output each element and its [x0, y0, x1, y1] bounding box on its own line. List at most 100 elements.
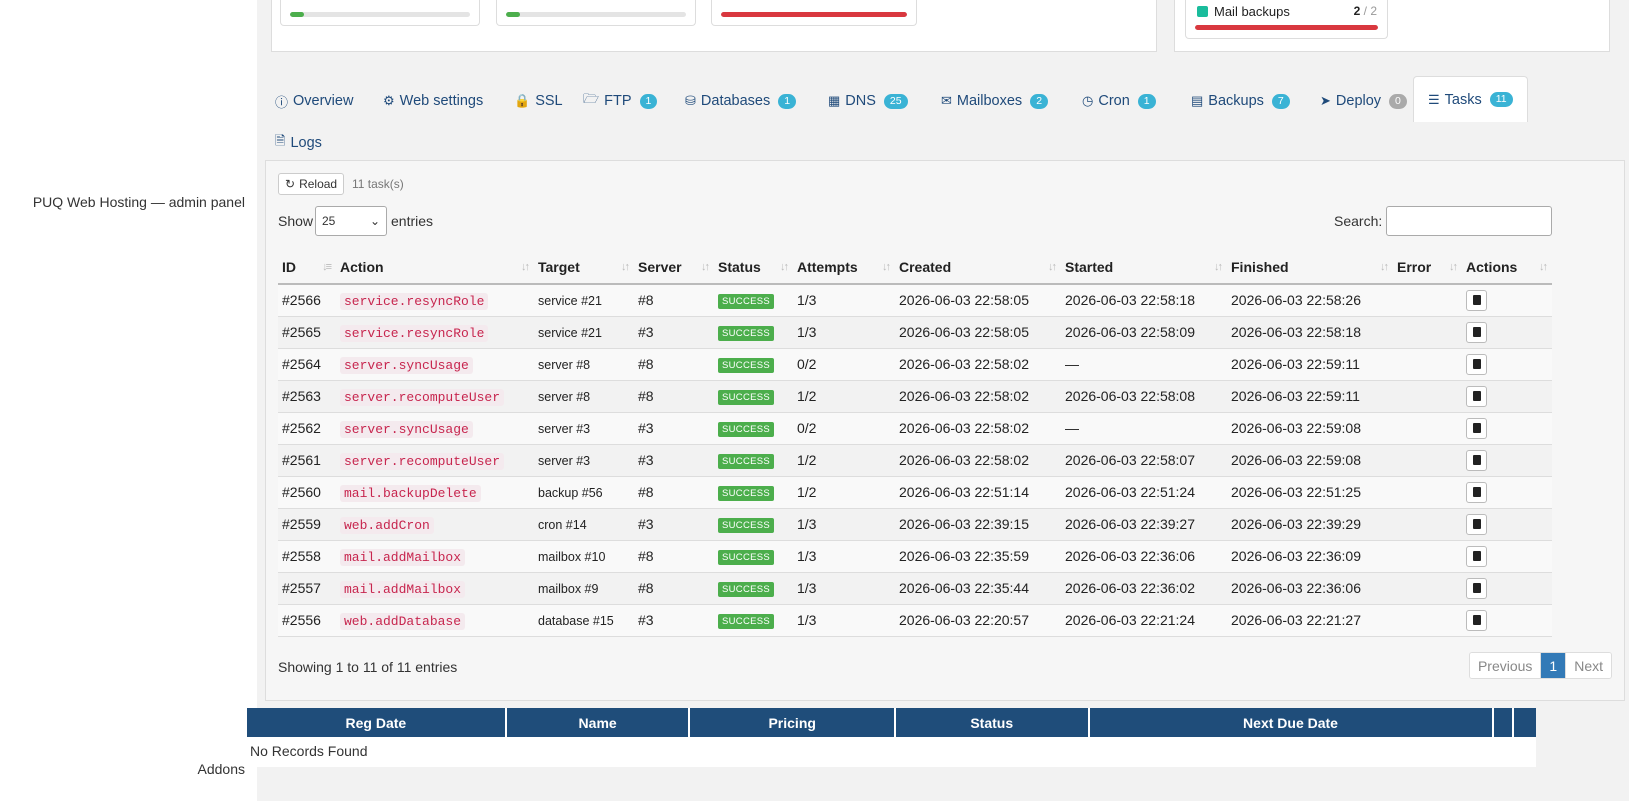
table-row: #2563 server.recomputeUser server #8 #8 SUCC…	[278, 380, 1552, 413]
task-finished: 2026-06-03 22:36:09	[1231, 548, 1361, 564]
col-action[interactable]: Action ↓↑	[336, 251, 534, 285]
table-row: #2566 service.resyncRole service #21 #8 SUCC…	[278, 284, 1552, 317]
view-log-button[interactable]	[1466, 385, 1487, 407]
tab-ssl[interactable]: 🔒 SSL	[514, 80, 563, 122]
task-created: 2026-06-03 22:58:02	[899, 452, 1029, 468]
addons-col-name[interactable]: Name	[506, 708, 691, 737]
task-action: mail.addMailbox	[340, 548, 466, 566]
tab-badge: 7	[1271, 93, 1290, 109]
table-row: #2562 server.syncUsage server #3 #3 SUCCESS 0…	[278, 412, 1552, 445]
task-action: server.recomputeUser	[340, 452, 505, 470]
tab-web-settings[interactable]: ⚙ Web settings	[383, 80, 483, 122]
task-status: SUCCESS	[718, 518, 775, 533]
task-server: #8	[638, 580, 654, 596]
sort-icon: ↓≡	[322, 261, 332, 273]
addons-empty-message: No Records Found	[247, 737, 1536, 767]
task-started: 2026-06-03 22:58:09	[1065, 324, 1195, 340]
file-icon	[1472, 295, 1481, 306]
sort-icon: ↓↑	[1048, 261, 1057, 273]
task-id: #2556	[282, 612, 321, 628]
task-attempts: 0/2	[797, 356, 817, 372]
tab-databases[interactable]: ⛁ Databases 1	[685, 80, 797, 122]
tab-cron[interactable]: ◷ Cron 1	[1082, 80, 1156, 122]
col-error[interactable]: Error ↓↑	[1393, 251, 1462, 285]
archive-icon: ▤	[1191, 93, 1204, 108]
tab-badge: 0	[1389, 93, 1407, 109]
view-log-button[interactable]	[1466, 609, 1487, 631]
tasks-panel: ↻ Reload 11 task(s) Show 25 ⌄ entries Sear…	[265, 160, 1625, 701]
task-server: #8	[638, 548, 654, 564]
task-target: service #21	[538, 326, 602, 340]
quota-label: Mail backups	[1214, 4, 1290, 19]
main-area: Mail backups 2 / 2 ⓘ Overview ⚙ Web settin…	[247, 0, 1629, 801]
task-server: #8	[638, 484, 654, 500]
search-input[interactable]	[1386, 206, 1552, 236]
pager-previous[interactable]: Previous	[1469, 653, 1541, 678]
reload-button[interactable]: ↻ Reload	[278, 173, 345, 195]
addons-col-pricing[interactable]: Pricing	[690, 708, 896, 737]
task-server: #3	[638, 516, 654, 532]
task-created: 2026-06-03 22:58:02	[899, 356, 1029, 372]
quota-bar	[290, 12, 470, 17]
view-log-button[interactable]	[1466, 481, 1487, 503]
col-actions[interactable]: Actions ↓↑	[1462, 251, 1552, 285]
view-log-button[interactable]	[1466, 353, 1487, 375]
tasks-table: ID ↓≡ Action ↓↑ Target ↓↑ Server ↓↑ Status ↓↑…	[278, 251, 1552, 637]
entries-select[interactable]: 25 ⌄	[315, 206, 387, 236]
addons-col-status[interactable]: Status	[895, 708, 1090, 737]
col-finished[interactable]: Finished ↓↑	[1227, 251, 1393, 285]
view-log-button[interactable]	[1466, 577, 1487, 599]
addons-table: Reg Date Name Pricing Status Next Due Da…	[247, 708, 1536, 767]
task-target: server #3	[538, 422, 591, 436]
task-created: 2026-06-03 22:35:59	[899, 548, 1029, 564]
info-icon: ⓘ	[275, 94, 289, 110]
pager-next[interactable]: Next	[1565, 653, 1611, 678]
view-log-button[interactable]	[1466, 545, 1487, 567]
view-log-button[interactable]	[1466, 321, 1487, 343]
view-log-button[interactable]	[1466, 289, 1487, 311]
task-attempts: 1/3	[797, 324, 817, 340]
col-server[interactable]: Server ↓↑	[634, 251, 714, 285]
addons-col-reg-date[interactable]: Reg Date	[247, 708, 507, 737]
task-finished: 2026-06-03 22:39:29	[1231, 516, 1361, 532]
task-target: cron #14	[538, 518, 587, 532]
view-log-button[interactable]	[1466, 513, 1487, 535]
tab-badge: 11	[1489, 92, 1513, 107]
tab-badge: 2	[1030, 93, 1049, 109]
tab-dns[interactable]: ▦ DNS 25	[828, 80, 908, 122]
pager-page-1[interactable]: 1	[1540, 653, 1566, 678]
tab-backups[interactable]: ▤ Backups 7	[1191, 80, 1290, 122]
task-server: #8	[638, 356, 654, 372]
task-attempts: 1/2	[797, 452, 817, 468]
task-created: 2026-06-03 22:51:14	[899, 484, 1029, 500]
task-server: #8	[638, 388, 654, 404]
col-id[interactable]: ID ↓≡	[278, 251, 336, 285]
table-row: #2564 server.syncUsage server #8 #8 SUCCESS 0…	[278, 348, 1552, 381]
file-icon: 🗎	[275, 133, 286, 148]
task-action: mail.backupDelete	[340, 484, 481, 502]
tab-tasks[interactable]: ☰ Tasks 11	[1413, 76, 1528, 122]
col-target[interactable]: Target ↓↑	[534, 251, 634, 285]
view-log-button[interactable]	[1466, 449, 1487, 471]
col-attempts[interactable]: Attempts ↓↑	[793, 251, 895, 285]
col-started[interactable]: Started ↓↑	[1061, 251, 1227, 285]
task-id: #2557	[282, 580, 321, 596]
task-id: #2561	[282, 452, 321, 468]
tab-mailboxes[interactable]: ✉ Mailboxes 2	[941, 80, 1049, 122]
tab-ftp[interactable]: 🗁 FTP 1	[583, 80, 658, 122]
task-finished: 2026-06-03 22:51:25	[1231, 484, 1361, 500]
task-started: —	[1065, 356, 1079, 372]
task-status: SUCCESS	[718, 454, 775, 469]
quota-fill	[290, 12, 305, 17]
col-status[interactable]: Status ↓↑	[714, 251, 793, 285]
task-server: #3	[638, 420, 654, 436]
task-created: 2026-06-03 22:35:44	[899, 580, 1029, 596]
tab-logs[interactable]: 🗎 Logs	[275, 122, 322, 164]
quota-fill	[1195, 25, 1378, 30]
tab-overview[interactable]: ⓘ Overview	[275, 80, 353, 122]
col-created[interactable]: Created ↓↑	[895, 251, 1061, 285]
view-log-button[interactable]	[1466, 417, 1487, 439]
addons-col-next-due-date[interactable]: Next Due Date	[1089, 708, 1494, 737]
tab-deploy[interactable]: ➤ Deploy 0	[1320, 80, 1407, 122]
task-finished: 2026-06-03 22:58:26	[1231, 292, 1361, 309]
